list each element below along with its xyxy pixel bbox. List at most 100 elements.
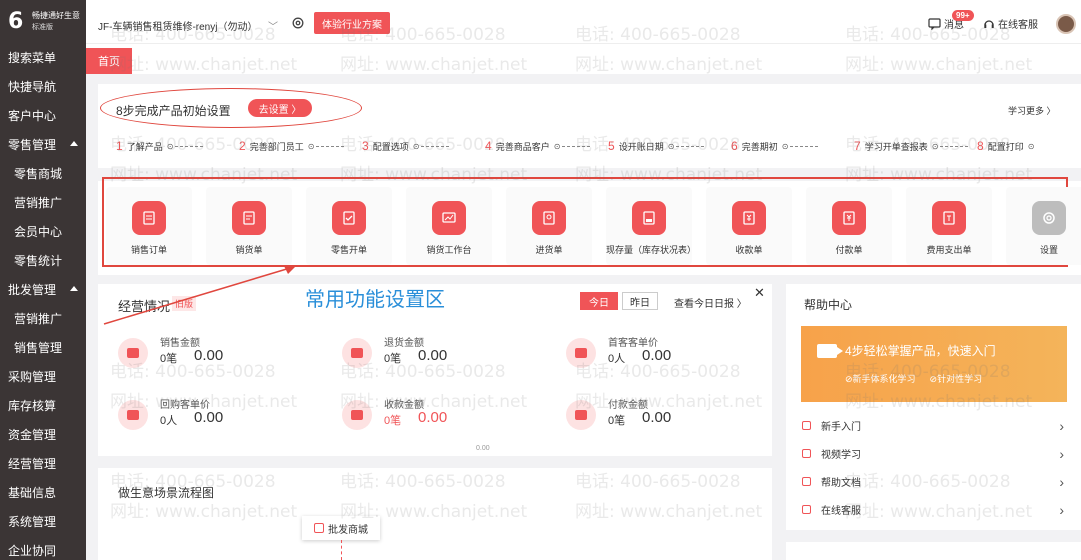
payment-icon: [832, 201, 866, 235]
top-header: JF-车辆销售租赁维修-renyj（勿动） ﹀ 体验行业方案 消息 99+ 在线…: [86, 0, 1081, 44]
gear-icon[interactable]: [291, 16, 305, 30]
function-shortcut[interactable]: 付款单: [806, 187, 892, 265]
metric-tile[interactable]: 收款金额 0笔 0.00: [342, 396, 542, 440]
sidebar-item[interactable]: 采购管理: [0, 362, 86, 391]
avatar[interactable]: [1056, 14, 1076, 34]
metric-amount: 0.00: [194, 409, 224, 426]
sidebar-item-label: 营销推广: [14, 196, 63, 210]
metric-icon: [566, 400, 596, 430]
sidebar-item-label: 零售统计: [14, 254, 63, 268]
sidebar-item[interactable]: 搜索菜单: [0, 43, 86, 72]
help-link[interactable]: 视频学习 ›: [802, 446, 1072, 462]
setup-step[interactable]: 3 配置选项 ⊙: [362, 139, 485, 153]
sidebar-item[interactable]: 库存核算: [0, 391, 86, 420]
sidebar-item-label: 企业协同: [8, 544, 57, 558]
setup-step[interactable]: 1 了解产品 ⊙: [116, 139, 239, 153]
chevron-right-icon: ›: [1059, 501, 1064, 518]
metric-tile[interactable]: 退货金额 0笔 0.00: [342, 334, 542, 378]
banner-tag-targeted: ⊘针对性学习: [929, 374, 983, 384]
sidebar-item[interactable]: 资金管理: [0, 420, 86, 449]
sidebar-item[interactable]: 基础信息: [0, 478, 86, 507]
metric-tile[interactable]: 付款金额 0笔 0.00: [566, 396, 766, 440]
sidebar-item[interactable]: 销售管理: [0, 333, 86, 362]
company-selector[interactable]: JF-车辆销售租赁维修-renyj（勿动）: [98, 18, 257, 33]
metric-count: 0笔: [384, 353, 402, 365]
function-label: 费用支出单: [926, 245, 972, 255]
function-shortcut[interactable]: 现存量（库存状况表）: [606, 187, 697, 265]
go-setup-button[interactable]: 去设置 〉: [248, 99, 312, 117]
sidebar-item[interactable]: 营销推广: [0, 304, 86, 333]
metric-count: 0人: [608, 353, 626, 365]
help-banner[interactable]: 4步轻松掌握产品，快速入门 ⊘新手体系化学习 ⊘针对性学习: [801, 326, 1067, 402]
metric-amount: 0.00: [642, 409, 672, 426]
sidebar-item[interactable]: 零售商城: [0, 159, 86, 188]
caret-up-icon[interactable]: [70, 286, 78, 291]
metric-tile[interactable]: 销售金额 0笔 0.00: [118, 334, 318, 378]
close-icon[interactable]: ✕: [754, 285, 765, 301]
gear-icon: [1032, 201, 1066, 235]
function-shortcut[interactable]: 销货单: [206, 187, 292, 265]
sidebar-item[interactable]: 系统管理: [0, 507, 86, 536]
sidebar-item-label: 会员中心: [14, 225, 63, 239]
function-shortcut[interactable]: 设置: [1006, 187, 1081, 265]
metric-tile[interactable]: 回购客单价 0人 0.00: [118, 396, 318, 440]
video-camera-icon: [817, 344, 843, 358]
today-report-link[interactable]: 查看今日日报 〉: [674, 295, 747, 310]
setup-step[interactable]: 7 学习开单查报表 ⊙: [854, 139, 977, 153]
function-shortcut[interactable]: 销售订单: [106, 187, 192, 265]
setup-step[interactable]: 8 配置打印 ⊙: [977, 139, 1081, 153]
logo: 6 畅捷通好生意 标准版: [0, 0, 86, 43]
step-connector: [562, 145, 591, 147]
sidebar-item[interactable]: 客户中心: [0, 101, 86, 130]
function-shortcut[interactable]: 进货单: [506, 187, 592, 265]
metric-count: 0人: [160, 415, 178, 427]
sidebar-item-label: 销售管理: [14, 341, 63, 355]
function-shortcut[interactable]: 销货工作台: [406, 187, 492, 265]
metric-amount: 0.00: [194, 347, 224, 364]
metric-icon: [342, 400, 372, 430]
function-shortcut[interactable]: 零售开单: [306, 187, 392, 265]
setup-step[interactable]: 5 设开账日期 ⊙: [608, 139, 731, 153]
sidebar-item[interactable]: 批发管理: [0, 275, 86, 304]
function-label: 现存量（库存状况表）: [606, 245, 697, 255]
banner-headline: 4步轻松掌握产品，快速入门: [845, 344, 996, 358]
sidebar-item-label: 客户中心: [8, 109, 57, 123]
tab-home[interactable]: 首页: [86, 48, 132, 74]
receipt-icon: [732, 201, 766, 235]
online-service-button[interactable]: 在线客服: [983, 16, 1038, 31]
play-circle-icon: ⊙: [307, 141, 315, 151]
caret-up-icon[interactable]: [70, 141, 78, 146]
flow-node-wholesale-mall[interactable]: 批发商城: [302, 516, 380, 540]
yesterday-button[interactable]: 昨日: [622, 292, 658, 310]
function-shortcut[interactable]: 费用支出单: [906, 187, 992, 265]
learn-more-link[interactable]: 学习更多 〉: [1008, 104, 1056, 117]
setup-guide-card: 8步完成产品初始设置 去设置 〉 学习更多 〉 1 了解产品 ⊙ 2 完善部门员工 ⊙ 3 配…: [98, 84, 1081, 168]
sidebar-item[interactable]: 会员中心: [0, 217, 86, 246]
help-center-card: 帮助中心 4步轻松掌握产品，快速入门 ⊘新手体系化学习 ⊘针对性学习 新手入门 ›…: [786, 284, 1081, 530]
help-link[interactable]: 新手入门 ›: [802, 418, 1072, 434]
help-link[interactable]: 帮助文档 ›: [802, 474, 1072, 490]
inventory-icon: [632, 201, 666, 235]
today-button[interactable]: 今日: [580, 292, 618, 310]
sidebar-item-label: 库存核算: [8, 399, 57, 413]
step-label: 完善部门员工: [249, 141, 304, 152]
banner-tag-systematic: ⊘新手体系化学习: [845, 374, 916, 384]
logo-title: 畅捷通好生意: [32, 10, 80, 20]
help-link[interactable]: 在线客服 ›: [802, 501, 1072, 518]
online-service-label: 在线客服: [998, 20, 1038, 31]
industry-trial-button[interactable]: 体验行业方案: [314, 12, 390, 34]
sidebar-item[interactable]: 快捷导航: [0, 72, 86, 101]
setup-step[interactable]: 4 完善商品客户 ⊙: [485, 139, 608, 153]
setup-step[interactable]: 6 完善期初 ⊙: [731, 139, 854, 153]
sidebar-item[interactable]: 零售管理: [0, 130, 86, 159]
sidebar-item[interactable]: 企业协同: [0, 536, 86, 560]
setup-step[interactable]: 2 完善部门员工 ⊙: [239, 139, 362, 153]
sidebar-item[interactable]: 零售统计: [0, 246, 86, 275]
function-shortcut[interactable]: 收款单: [706, 187, 792, 265]
metric-tile[interactable]: 首客客单价 0人 0.00: [566, 334, 766, 378]
step-connector: [175, 145, 204, 147]
sidebar-item[interactable]: 经营管理: [0, 449, 86, 478]
function-label: 零售开单: [330, 245, 367, 255]
chevron-down-icon[interactable]: ﹀: [268, 18, 278, 33]
sidebar-item[interactable]: 营销推广: [0, 188, 86, 217]
